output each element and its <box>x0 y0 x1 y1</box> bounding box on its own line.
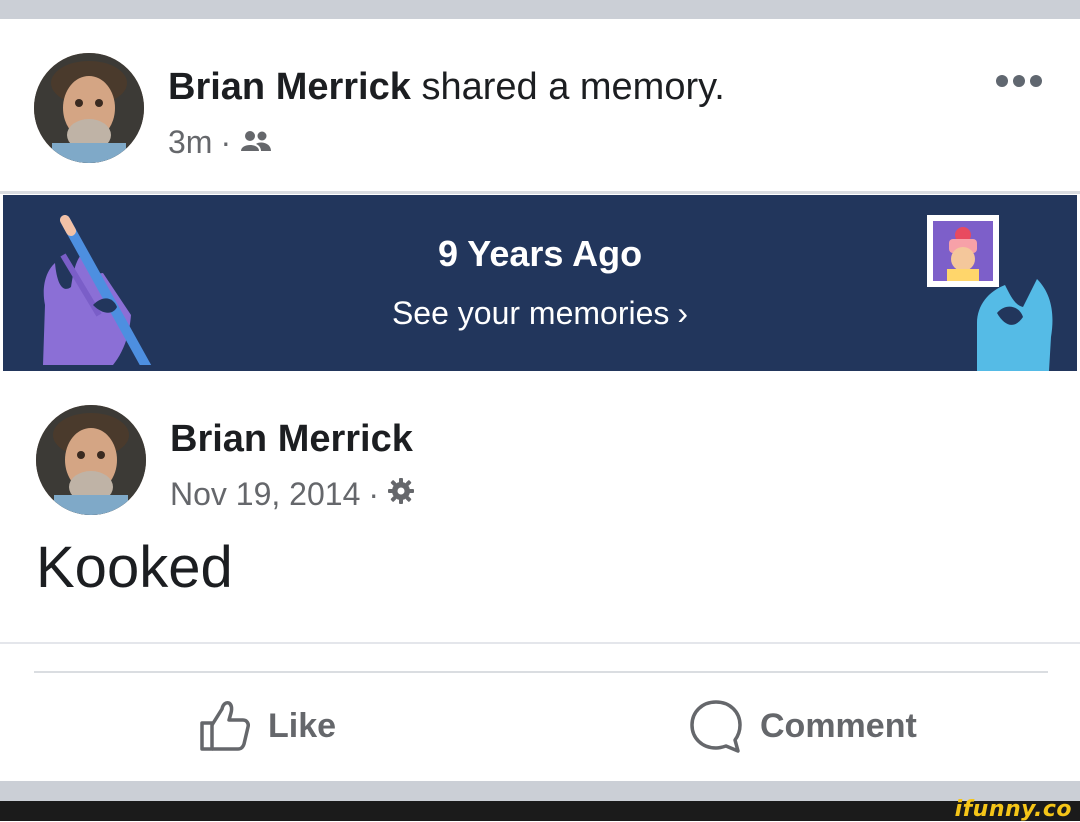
action-text: shared a memory. <box>421 66 725 108</box>
memory-date[interactable]: Nov 19, 2014 <box>170 476 360 513</box>
like-label: Like <box>268 706 337 745</box>
memory-post-meta: Nov 19, 2014 · <box>170 476 415 513</box>
more-options-button[interactable] <box>996 70 1046 92</box>
thumbs-up-icon <box>200 701 250 751</box>
divider <box>34 671 1048 673</box>
memories-banner[interactable]: 9 Years Ago See your memories › <box>3 195 1077 371</box>
avatar[interactable] <box>34 53 144 163</box>
memory-author-name[interactable]: Brian Merrick <box>170 418 413 461</box>
more-dot <box>1030 75 1042 87</box>
meta-separator: · <box>220 124 232 160</box>
friends-icon <box>239 124 273 161</box>
more-dot <box>1013 75 1025 87</box>
author-name[interactable]: Brian Merrick <box>168 66 411 108</box>
comment-label: Comment <box>760 706 917 745</box>
like-button[interactable]: Like <box>198 696 336 756</box>
meta-separator: · <box>368 476 380 512</box>
see-memories-label: See your memories <box>391 295 670 331</box>
post-header-title: Brian Merrick shared a memory. <box>168 66 725 109</box>
top-separator-strip <box>0 0 1080 19</box>
comment-bubble-icon <box>690 700 742 753</box>
avatar-photo <box>34 53 144 163</box>
watermark-logo: ifunny.co <box>954 797 1072 822</box>
footer-bar <box>0 801 1080 821</box>
custom-privacy-gear-icon <box>387 476 415 513</box>
more-horizontal-icon <box>996 75 1008 87</box>
timestamp[interactable]: 3m <box>168 124 212 161</box>
memory-post-card <box>0 372 1080 644</box>
memories-years-ago: 9 Years Ago <box>437 233 643 274</box>
comment-button[interactable]: Comment <box>688 696 917 756</box>
bottom-separator-strip <box>0 781 1080 801</box>
hand-holding-photo-icon <box>927 215 1053 371</box>
avatar-photo <box>36 405 146 515</box>
memory-post-text: Kooked <box>36 535 233 600</box>
see-memories-link[interactable]: See your memories › <box>3 295 1077 332</box>
chevron-right-icon: › <box>677 295 689 331</box>
avatar[interactable] <box>36 405 146 515</box>
post-header-meta: 3m · <box>168 124 273 161</box>
divider <box>0 191 1080 194</box>
